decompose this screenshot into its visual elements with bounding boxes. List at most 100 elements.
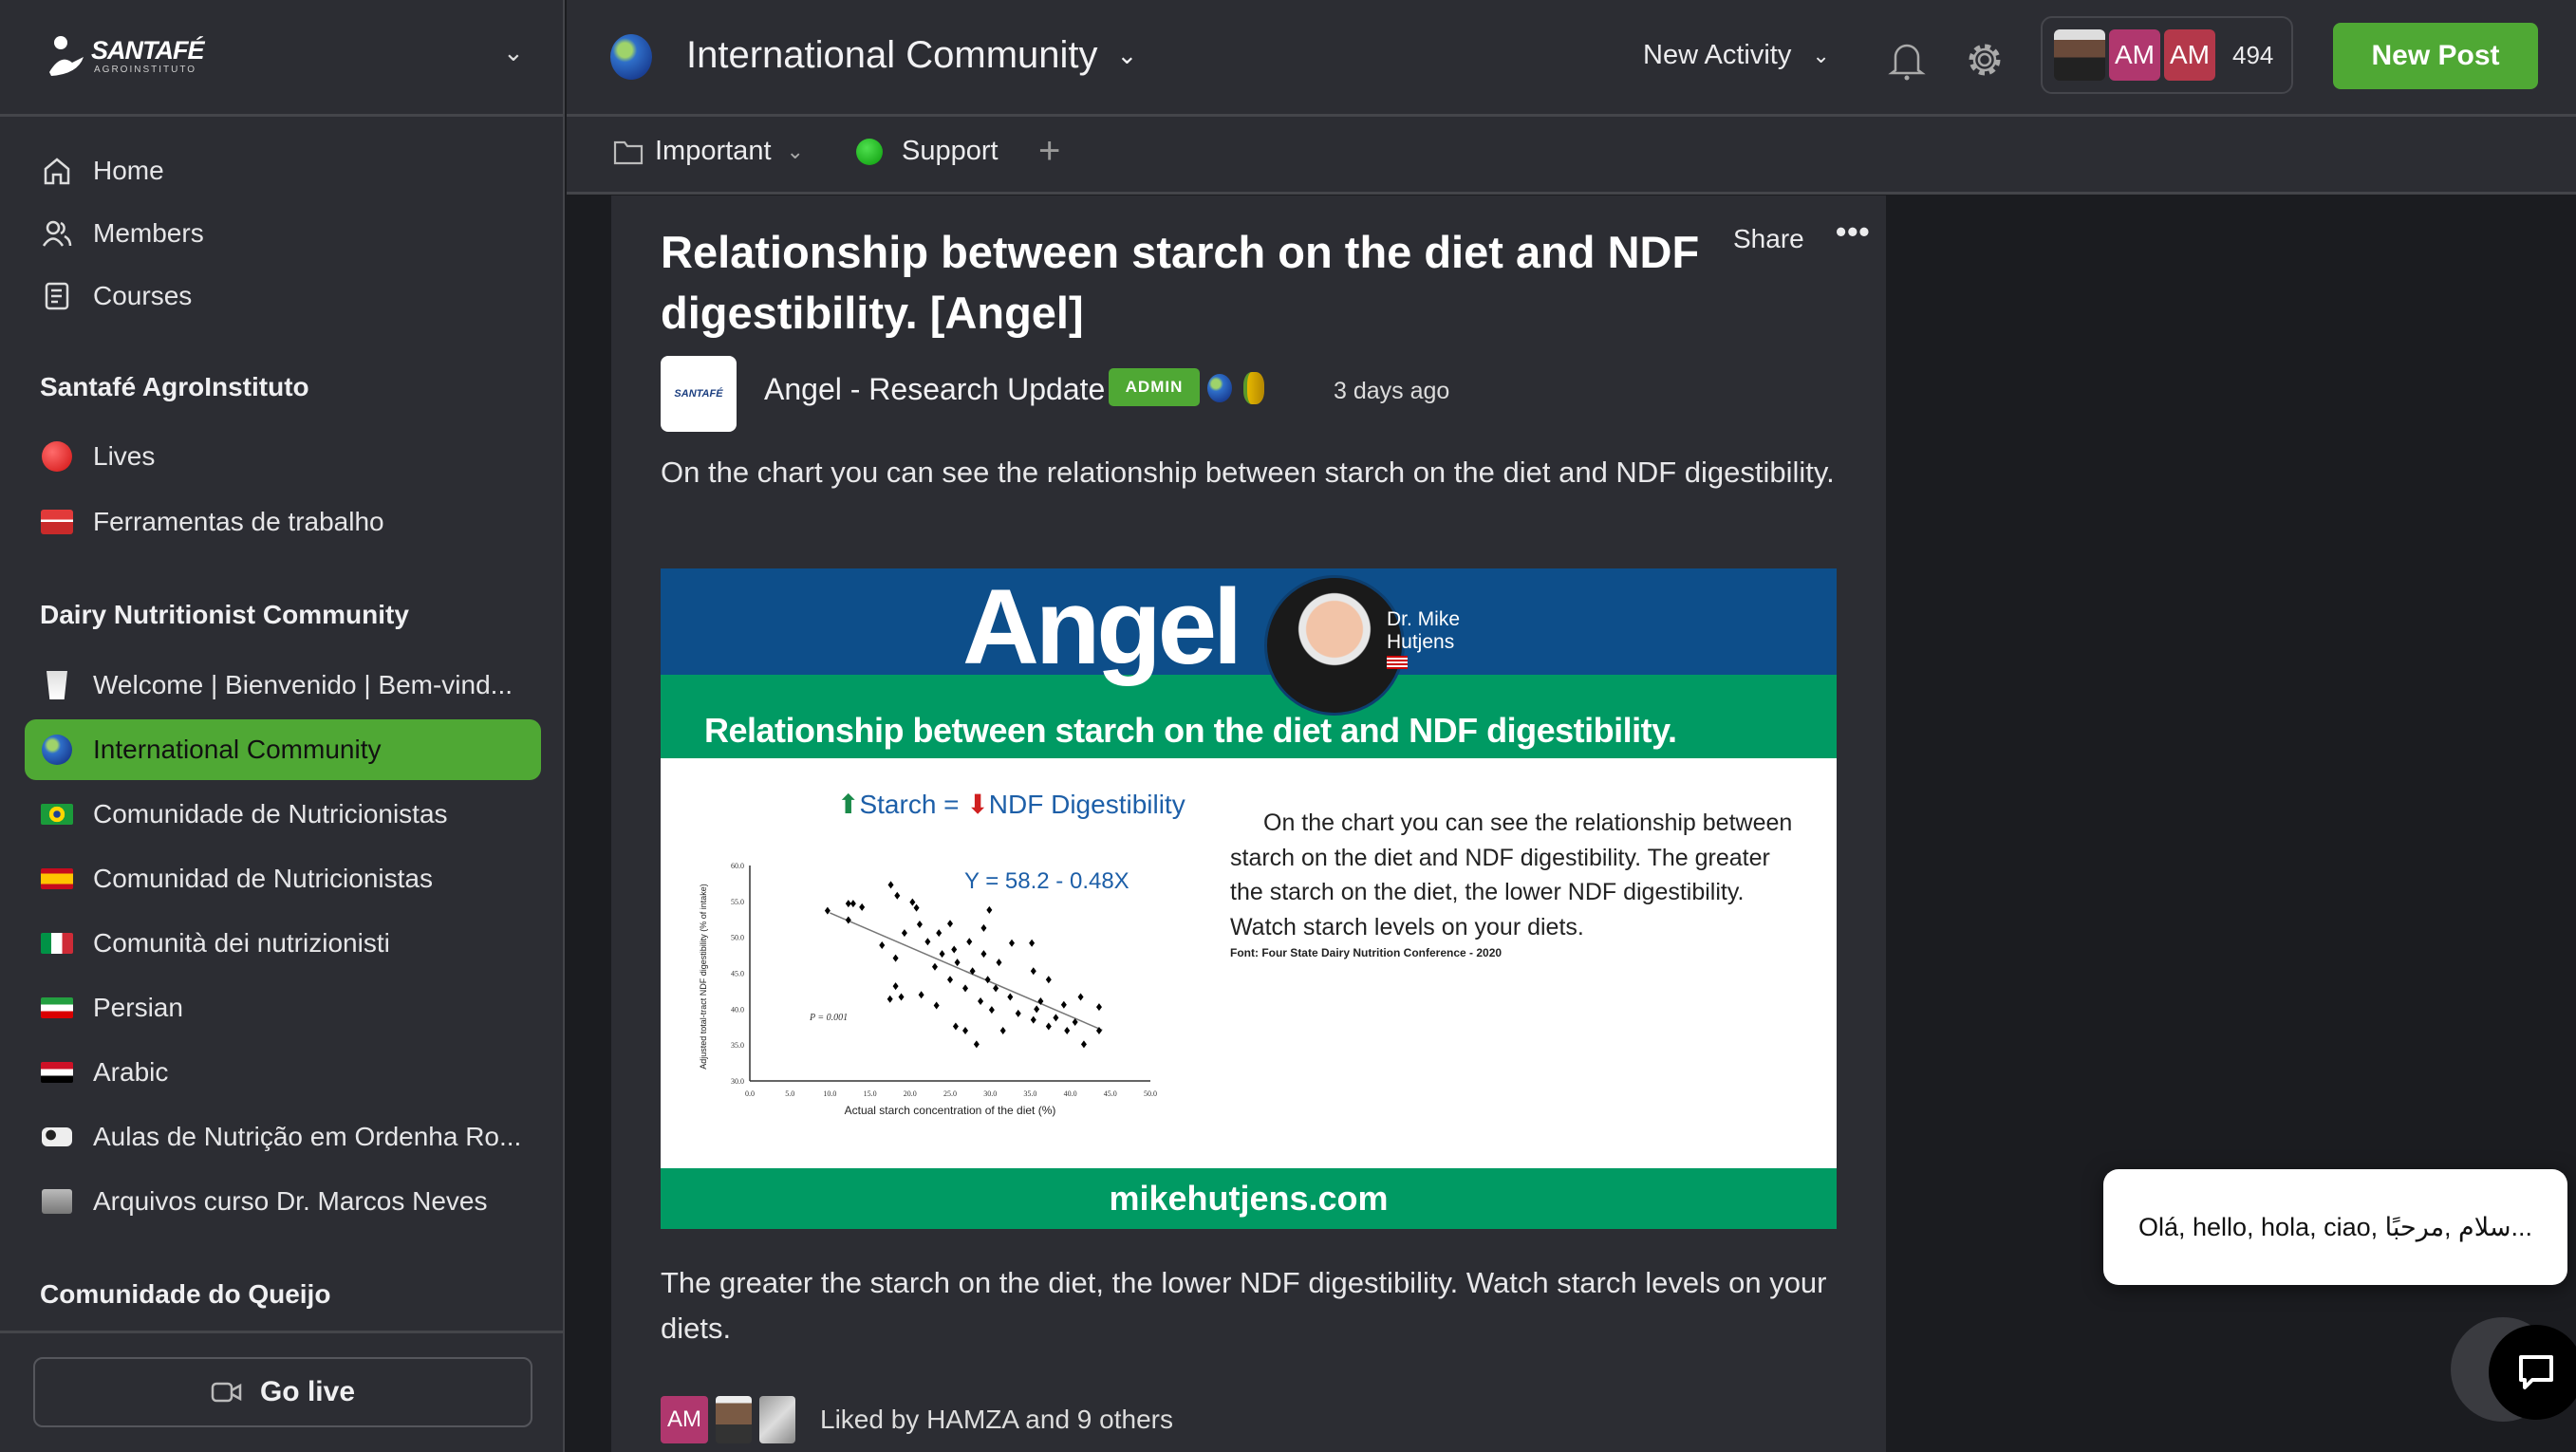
speaker-photo [1264, 575, 1405, 716]
sidebar-item-ferramentas[interactable]: Ferramentas de trabalho [40, 498, 384, 546]
add-tab-plus-icon[interactable]: + [1038, 130, 1060, 173]
spain-flag-icon [40, 862, 74, 896]
tab-label: Support [902, 136, 999, 166]
go-live-label: Go live [259, 1376, 356, 1407]
data-point [909, 898, 916, 906]
sidebar-item-arquivos[interactable]: Arquivos curso Dr. Marcos Neves [40, 1178, 487, 1225]
x-tick-label: 20.0 [904, 1089, 917, 1098]
share-button[interactable]: Share [1733, 224, 1804, 254]
community-title-dropdown[interactable]: International Community ⌄ [686, 34, 1137, 77]
x-axis-label: Actual starch concentration of the diet … [845, 1104, 1056, 1117]
author-avatar[interactable]: SANTAFÉ [661, 356, 737, 432]
chat-greeting-popup[interactable]: Olá, hello, hola, ciao, سلام ,مرحبًا... [2103, 1169, 2567, 1285]
author-name[interactable]: Angel - Research Update [764, 372, 1105, 407]
data-point [947, 976, 953, 984]
sidebar-header: SANTAFÉ AGROINSTITUTO ⌄ [0, 0, 565, 117]
top-bar: International Community ⌄ New Activity ⌄… [567, 0, 2576, 117]
desc-line: Watch starch levels on your diets. [1230, 913, 1584, 940]
data-point [1060, 1000, 1067, 1009]
x-tick-label: 45.0 [1104, 1089, 1117, 1098]
data-point [916, 921, 923, 929]
trendline [830, 912, 1103, 1032]
cow-icon [40, 1120, 74, 1154]
data-point [980, 923, 987, 932]
sidebar-item-home[interactable]: Home [40, 147, 164, 195]
brand-tagline: AGROINSTITUTO [94, 65, 197, 75]
sidebar-item-label: Comunidad de Nutricionistas [93, 864, 433, 893]
data-point [1030, 967, 1036, 976]
toolbox-icon [40, 505, 74, 539]
image-source: Font: Four State Dairy Nutrition Confere… [1230, 946, 1503, 959]
image-heading: Relationship between starch on the diet … [704, 711, 1677, 750]
brazil-flag-icon [40, 797, 74, 831]
sidebar-item-courses[interactable]: Courses [40, 272, 192, 320]
members-avatar-group[interactable]: AM AM 494 [2041, 16, 2293, 94]
go-live-button[interactable]: Go live [33, 1357, 532, 1427]
likes-row[interactable]: AM Liked by HAMZA and 9 others [661, 1396, 1173, 1443]
data-point [962, 984, 969, 993]
image-brand-text: Angel [962, 568, 1242, 686]
chart-title-text: Starch = NDF Digestibility [837, 790, 1185, 819]
data-point [947, 920, 953, 928]
iran-flag-icon [40, 991, 74, 1025]
data-point [1007, 993, 1014, 1001]
image-blue-band [661, 568, 1837, 675]
data-point [1030, 1015, 1036, 1024]
sidebar-item-international-community-label[interactable]: International Community [40, 726, 381, 773]
data-point [999, 1027, 1006, 1035]
bell-icon[interactable] [1888, 40, 1926, 82]
data-point [978, 997, 984, 1006]
likes-text: Liked by HAMZA and 9 others [820, 1405, 1173, 1434]
data-point [849, 900, 856, 908]
folder-icon [613, 140, 644, 164]
tab-support[interactable]: Support [856, 136, 999, 167]
sidebar-item-comunita[interactable]: Comunità dei nutrizionisti [40, 920, 390, 967]
home-icon [40, 154, 74, 188]
sidebar-item-label: Persian [93, 993, 183, 1022]
courses-icon [40, 279, 74, 313]
tab-important[interactable]: Important ⌄ [613, 136, 804, 167]
y-tick-label: 40.0 [731, 1005, 744, 1014]
new-post-button[interactable]: New Post [2333, 23, 2538, 89]
avatar: AM [2109, 29, 2160, 81]
sidebar-item-label: Comunidade de Nutricionistas [93, 799, 448, 828]
sidebar-item-aulas[interactable]: Aulas de Nutrição em Ordenha Ro... [40, 1113, 521, 1161]
desc-line: On the chart you can see the relationshi… [1263, 810, 1793, 836]
data-point [1080, 1040, 1087, 1049]
sidebar: SANTAFÉ AGROINSTITUTO ⌄ Home Members Cou… [0, 0, 565, 1452]
x-tick-label: 25.0 [943, 1089, 957, 1098]
data-point [901, 929, 907, 938]
sidebar-item-label: Arquivos curso Dr. Marcos Neves [93, 1186, 488, 1216]
globe-icon [1207, 374, 1232, 402]
divider [0, 1331, 565, 1333]
sidebar-item-arabic[interactable]: Arabic [40, 1049, 168, 1096]
x-tick-label: 0.0 [745, 1089, 755, 1098]
sidebar-item-welcome[interactable]: Welcome | Bienvenido | Bem-vind... [40, 661, 513, 709]
image-description: On the chart you can see the relationshi… [1230, 806, 1828, 961]
data-point [931, 962, 938, 971]
milk-glass-icon [40, 668, 74, 702]
post-body-text: The greater the starch on the diet, the … [661, 1266, 1827, 1345]
post-image[interactable]: Angel Dr. Mike Hutjens Relationship betw… [661, 568, 1837, 1229]
sidebar-item-comunidad[interactable]: Comunidad de Nutricionistas [40, 855, 433, 903]
data-point [1045, 1022, 1052, 1031]
us-flag-icon [1387, 656, 1408, 669]
more-options-icon[interactable]: ••• [1836, 214, 1871, 250]
chat-launcher-button[interactable] [2489, 1325, 2576, 1420]
chevron-down-icon[interactable]: ⌄ [503, 38, 524, 67]
sidebar-item-label: Members [93, 218, 204, 248]
santafe-logo: SANTAFÉ [674, 388, 723, 400]
santafe-logo[interactable]: SANTAFÉ AGROINSTITUTO [42, 34, 213, 82]
sidebar-item-members[interactable]: Members [40, 210, 204, 257]
sidebar-item-persian[interactable]: Persian [40, 984, 183, 1032]
sidebar-item-label: Arabic [93, 1057, 169, 1087]
brand-name: SANTAFÉ [91, 36, 204, 65]
globe-icon [610, 34, 652, 80]
new-activity-dropdown[interactable]: New Activity ⌄ [1643, 40, 1830, 71]
gear-icon[interactable] [1965, 40, 2005, 80]
sidebar-item-comunidade[interactable]: Comunidade de Nutricionistas [40, 791, 448, 838]
data-point [980, 950, 987, 959]
chevron-down-icon: ⌄ [786, 139, 804, 163]
sidebar-item-lives[interactable]: Lives [40, 433, 155, 480]
avatar [759, 1396, 795, 1443]
